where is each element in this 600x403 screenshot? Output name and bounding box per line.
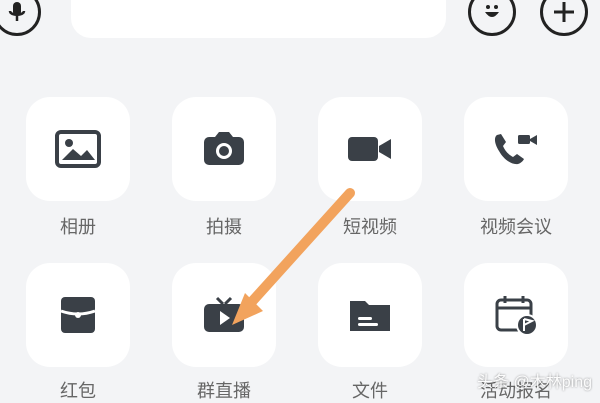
top-bar <box>0 0 600 60</box>
file-button[interactable] <box>318 263 422 367</box>
camera-icon <box>204 132 244 165</box>
microphone-icon <box>8 2 26 21</box>
calendar-flag-icon <box>495 296 538 336</box>
watermark-text: 头条 @木林ping <box>477 374 592 391</box>
photo-button[interactable] <box>172 97 276 201</box>
voice-button[interactable] <box>0 0 41 36</box>
image-icon <box>55 130 101 168</box>
red-packet-label: 红包 <box>60 381 96 402</box>
more-button[interactable] <box>540 0 588 36</box>
album-label: 相册 <box>60 217 96 238</box>
emoji-icon <box>485 5 499 17</box>
album-button[interactable] <box>26 97 130 201</box>
emoji-button[interactable] <box>468 0 516 36</box>
video-camera-icon <box>348 137 391 161</box>
group-live-button[interactable] <box>172 263 276 367</box>
photo-label: 拍摄 <box>206 217 242 238</box>
file-label: 文件 <box>352 381 388 402</box>
video-meeting-label: 视频会议 <box>480 217 552 238</box>
group-live-label: 群直播 <box>197 381 251 402</box>
message-input-box[interactable] <box>71 0 446 38</box>
video-meeting-button[interactable] <box>464 97 568 201</box>
red-packet-icon <box>60 297 96 333</box>
video-call-icon <box>494 134 537 165</box>
short-video-label: 短视频 <box>343 217 397 238</box>
plus-icon <box>554 2 574 22</box>
folder-icon <box>350 301 390 331</box>
short-video-button[interactable] <box>318 97 422 201</box>
event-signup-button[interactable] <box>464 263 568 367</box>
tv-play-icon <box>204 296 244 332</box>
red-packet-button[interactable] <box>26 263 130 367</box>
